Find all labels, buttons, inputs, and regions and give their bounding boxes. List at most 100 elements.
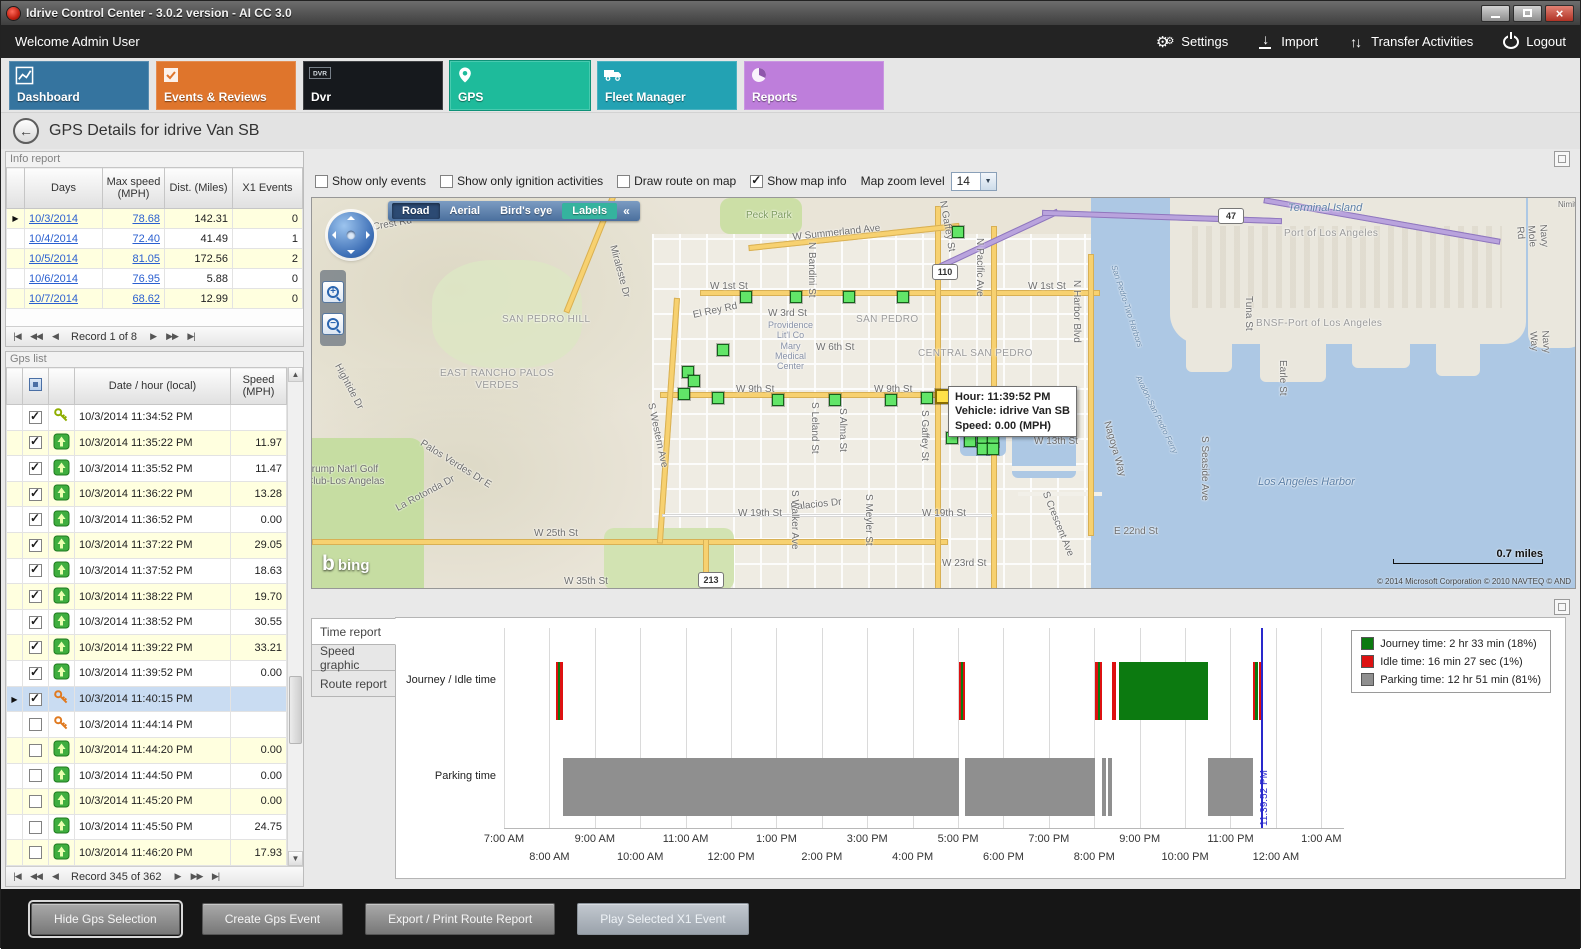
- map-zoom-in-button[interactable]: [322, 281, 344, 303]
- row-checkbox[interactable]: [29, 821, 42, 834]
- row-checkbox[interactable]: [29, 744, 42, 757]
- report-tab-time-report[interactable]: Time report: [311, 618, 396, 645]
- max-speed-link[interactable]: 68.62: [132, 293, 160, 305]
- gps-marker[interactable]: [717, 344, 729, 356]
- map-view-tab-aerial[interactable]: Aerial: [440, 203, 491, 219]
- gps-list-row[interactable]: 10/3/2014 11:36:22 PM13.28: [7, 481, 287, 507]
- column-header[interactable]: X1 Events: [233, 168, 303, 209]
- gps-marker[interactable]: [772, 394, 784, 406]
- row-checkbox[interactable]: [29, 411, 42, 424]
- row-checkbox[interactable]: [29, 462, 42, 475]
- gps-list-row[interactable]: 10/3/2014 11:36:52 PM0.00: [7, 507, 287, 533]
- gps-marker[interactable]: [688, 375, 700, 387]
- export-print-route-report-button[interactable]: Export / Print Route Report: [365, 903, 555, 935]
- table-row[interactable]: 10/5/201481.05172.562: [7, 249, 303, 269]
- table-row[interactable]: 10/7/201468.6212.990: [7, 289, 303, 309]
- gps-list-row[interactable]: 10/3/2014 11:44:20 PM0.00: [7, 737, 287, 763]
- map-compass-control[interactable]: [328, 212, 374, 258]
- gps-marker[interactable]: [829, 394, 841, 406]
- day-link[interactable]: 10/6/2014: [29, 273, 78, 285]
- gps-list-row[interactable]: 10/3/2014 11:45:20 PM0.00: [7, 789, 287, 815]
- checkbox-icon[interactable]: [617, 175, 630, 188]
- pager-next-button[interactable]: ▶: [171, 871, 185, 882]
- report-tab-route-report[interactable]: Route report: [311, 670, 396, 697]
- gps-marker[interactable]: [946, 432, 958, 444]
- tab-events-reviews[interactable]: Events & Reviews: [156, 61, 296, 110]
- gps-marker[interactable]: [964, 435, 976, 447]
- gps-list-row[interactable]: 10/3/2014 11:35:52 PM11.47: [7, 456, 287, 482]
- action-logout[interactable]: Logout: [1503, 34, 1566, 49]
- tab-dashboard[interactable]: Dashboard: [9, 61, 149, 110]
- gps-marker[interactable]: [921, 392, 933, 404]
- row-checkbox[interactable]: [29, 667, 42, 680]
- row-checkbox[interactable]: [29, 488, 42, 501]
- column-header[interactable]: Speed (MPH): [231, 368, 287, 405]
- select-all-header[interactable]: [23, 368, 49, 405]
- row-checkbox[interactable]: [29, 641, 42, 654]
- checkbox-icon[interactable]: [750, 175, 763, 188]
- action-transfer-activities[interactable]: Transfer Activities: [1348, 34, 1473, 50]
- gps-list-row[interactable]: 10/3/2014 11:38:52 PM30.55: [7, 609, 287, 635]
- collapse-chart-panel-button[interactable]: [1554, 599, 1570, 615]
- max-speed-link[interactable]: 81.05: [132, 253, 160, 265]
- pager-next-button[interactable]: ▶: [146, 331, 160, 342]
- report-tab-speed-graphic[interactable]: Speed graphic: [311, 644, 396, 671]
- map-zoom-level-select[interactable]: 14▼: [951, 172, 997, 191]
- max-speed-link[interactable]: 72.40: [132, 233, 160, 245]
- pager-next-button[interactable]: ▶|: [184, 331, 198, 342]
- gps-list-row[interactable]: 10/3/2014 11:37:52 PM18.63: [7, 558, 287, 584]
- gps-list-row[interactable]: 10/3/2014 11:37:22 PM29.05: [7, 533, 287, 559]
- day-link[interactable]: 10/3/2014: [29, 213, 78, 225]
- gps-marker[interactable]: [712, 392, 724, 404]
- gps-list-row[interactable]: 10/3/2014 11:39:52 PM0.00: [7, 661, 287, 687]
- option-show-only-events[interactable]: Show only events: [315, 174, 426, 188]
- map-zoom-out-button[interactable]: [322, 313, 344, 335]
- close-button[interactable]: ×: [1545, 5, 1574, 22]
- gps-marker[interactable]: [952, 226, 964, 238]
- map-view-tab-labels[interactable]: Labels: [562, 203, 617, 219]
- pager-prev-button[interactable]: ◀◀: [29, 871, 43, 882]
- max-speed-link[interactable]: 76.95: [132, 273, 160, 285]
- table-row[interactable]: ▶10/3/201478.68142.310: [7, 209, 303, 229]
- gps-marker[interactable]: [885, 394, 897, 406]
- gps-marker[interactable]: [843, 291, 855, 303]
- collapse-map-panel-button[interactable]: [1554, 151, 1570, 167]
- map-view-tab-road[interactable]: Road: [392, 203, 440, 219]
- option-draw-route-on-map[interactable]: Draw route on map: [617, 174, 736, 188]
- row-checkbox[interactable]: [29, 795, 42, 808]
- pager-next-button[interactable]: ▶▶: [190, 871, 204, 882]
- gps-list-row[interactable]: 10/3/2014 11:44:14 PM: [7, 712, 287, 738]
- day-link[interactable]: 10/7/2014: [29, 293, 78, 305]
- tab-dvr[interactable]: DVRDvr: [303, 61, 443, 110]
- table-row[interactable]: 10/4/201472.4041.491: [7, 229, 303, 249]
- row-checkbox[interactable]: [29, 846, 42, 859]
- action-import[interactable]: Import: [1258, 34, 1318, 49]
- table-row[interactable]: 10/6/201476.955.880: [7, 269, 303, 289]
- maximize-button[interactable]: [1513, 5, 1542, 22]
- gps-marker-selected[interactable]: [935, 389, 950, 404]
- map-view-tab-bird-s-eye[interactable]: Bird's eye: [490, 203, 562, 219]
- column-header[interactable]: Date / hour (local): [75, 368, 231, 405]
- option-show-map-info[interactable]: Show map info: [750, 174, 846, 188]
- checkbox-icon[interactable]: [315, 175, 328, 188]
- gps-marker[interactable]: [977, 435, 989, 447]
- day-link[interactable]: 10/5/2014: [29, 253, 78, 265]
- row-checkbox[interactable]: [29, 718, 42, 731]
- map-canvas[interactable]: Crest RdPeck ParkW Summerland AveMirales…: [311, 197, 1576, 589]
- gps-marker[interactable]: [897, 291, 909, 303]
- gps-list-row[interactable]: 10/3/2014 11:45:50 PM24.75: [7, 814, 287, 840]
- max-speed-link[interactable]: 78.68: [132, 213, 160, 225]
- pager-prev-button[interactable]: ◀: [48, 331, 62, 342]
- gps-marker[interactable]: [987, 435, 999, 447]
- pager-next-button[interactable]: ▶|: [209, 871, 223, 882]
- gps-list-row[interactable]: 10/3/2014 11:35:22 PM11.97: [7, 430, 287, 456]
- row-checkbox[interactable]: [29, 436, 42, 449]
- tab-reports[interactable]: Reports: [744, 61, 884, 110]
- column-header[interactable]: Days: [25, 168, 103, 209]
- tab-gps[interactable]: GPS: [450, 61, 590, 110]
- pager-prev-button[interactable]: |◀: [10, 331, 24, 342]
- gps-list-row[interactable]: 10/3/2014 11:44:50 PM0.00: [7, 763, 287, 789]
- gps-list-row[interactable]: ▶10/3/2014 11:40:15 PM: [7, 686, 287, 712]
- scrollbar-thumb[interactable]: [289, 676, 302, 744]
- scroll-down-button[interactable]: ▼: [288, 851, 303, 866]
